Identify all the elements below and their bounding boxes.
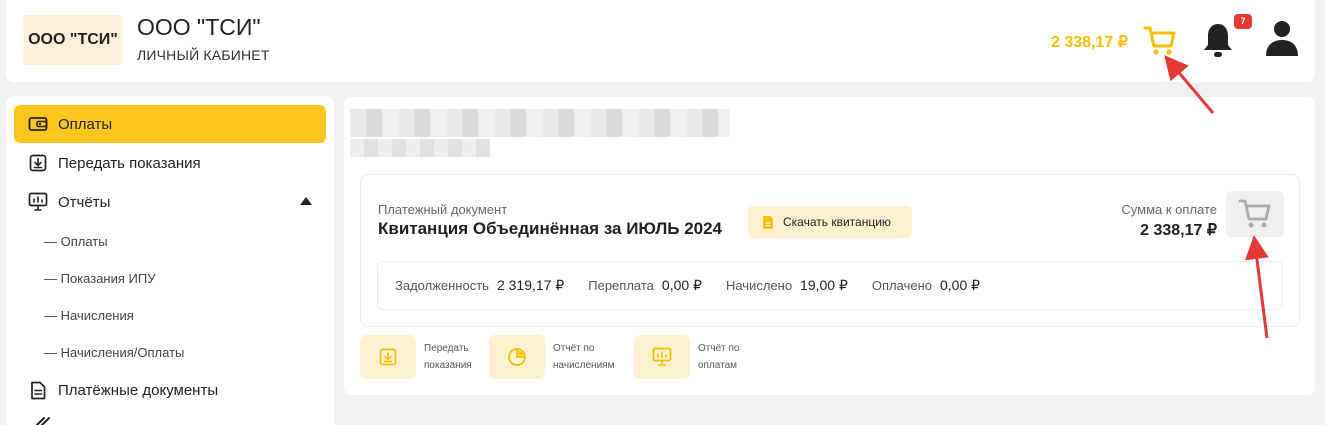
action-label: Отчёт по начислениям	[553, 343, 615, 371]
download-receipt-button[interactable]: Скачать квитанцию	[748, 206, 912, 238]
sidebar-item-label: Отчёты	[58, 193, 111, 211]
download-box-icon	[28, 153, 48, 173]
summary-overpayment: Переплата 0,00 ₽	[588, 277, 702, 293]
sum-label: Сумма к оплате	[1121, 202, 1217, 217]
action-submit-readings[interactable]: Передать показания	[360, 335, 504, 379]
company-logo[interactable]: ООО "ТСИ"	[23, 15, 123, 65]
sidebar-subitem-charges[interactable]: — Начисления	[44, 308, 134, 323]
sidebar-item-label: Передать показания	[58, 154, 201, 172]
sidebar-subitem-charges-payments[interactable]: — Начисления/Оплаты	[44, 345, 184, 360]
sidebar-item-reports[interactable]: Отчёты	[14, 183, 326, 221]
redacted-address	[350, 109, 730, 137]
presentation-icon	[634, 335, 690, 379]
wallet-icon	[28, 114, 48, 134]
action-label: Отчёт по оплатам	[698, 343, 740, 371]
action-payments-report[interactable]: Отчёт по оплатам	[634, 335, 778, 379]
add-to-cart-button[interactable]	[1226, 191, 1284, 237]
doc-title: Квитанция Объединённая за ИЮЛЬ 2024	[378, 219, 723, 238]
pie-chart-icon	[489, 335, 545, 379]
summary-charged: Начислено 19,00 ₽	[725, 277, 848, 293]
org-name: ООО "ТСИ"	[137, 14, 261, 40]
cart-amount[interactable]: 2 338,17 ₽	[1051, 32, 1128, 52]
presentation-icon	[28, 192, 48, 212]
sidebar-item-submit-readings[interactable]: Передать показания	[14, 144, 326, 182]
sum-value: 2 338,17 ₽	[1140, 222, 1217, 239]
document-icon	[28, 380, 48, 400]
collapse-caret-icon[interactable]	[300, 197, 312, 205]
receipt-icon	[762, 215, 774, 230]
cart-icon[interactable]	[1142, 22, 1178, 58]
balance-summary: Задолженность 2 319,17 ₽ Переплата 0,00 ₽ …	[377, 261, 1283, 310]
link-icon	[35, 417, 50, 425]
download-box-icon	[360, 335, 416, 379]
action-charges-report[interactable]: Отчёт по начислениям	[489, 335, 633, 379]
redacted-account	[350, 139, 490, 157]
sidebar-item-payments[interactable]: Оплаты	[14, 105, 326, 143]
sidebar-item-label: Оплаты	[58, 115, 113, 133]
sidebar-item-label: Платёжные документы	[58, 381, 219, 399]
doc-label: Платежный документ	[378, 202, 508, 217]
bell-icon[interactable]	[1201, 20, 1235, 60]
sidebar-subitem-payments[interactable]: — Оплаты	[44, 234, 108, 249]
sidebar-subitem-meter-readings[interactable]: — Показания ИПУ	[44, 271, 155, 286]
payment-card: Платежный документ Квитанция Объединённа…	[360, 174, 1300, 327]
cart-icon	[1238, 199, 1271, 228]
summary-paid: Оплачено 0,00 ₽	[871, 277, 981, 293]
sidebar-item-payment-documents[interactable]: Платёжные документы	[14, 371, 326, 409]
header: ООО "ТСИ" ООО "ТСИ" ЛИЧНЫЙ КАБИНЕТ 2 338…	[6, 0, 1315, 82]
summary-debt: Задолженность 2 319,17 ₽	[395, 277, 565, 293]
org-subtitle: ЛИЧНЫЙ КАБИНЕТ	[137, 47, 270, 63]
notification-badge: 7	[1234, 14, 1252, 29]
main-panel: Платежный документ Квитанция Объединённа…	[344, 97, 1315, 395]
sidebar: Оплаты Передать показания Отчёты — Оплат…	[6, 96, 334, 425]
user-icon[interactable]	[1264, 18, 1300, 58]
